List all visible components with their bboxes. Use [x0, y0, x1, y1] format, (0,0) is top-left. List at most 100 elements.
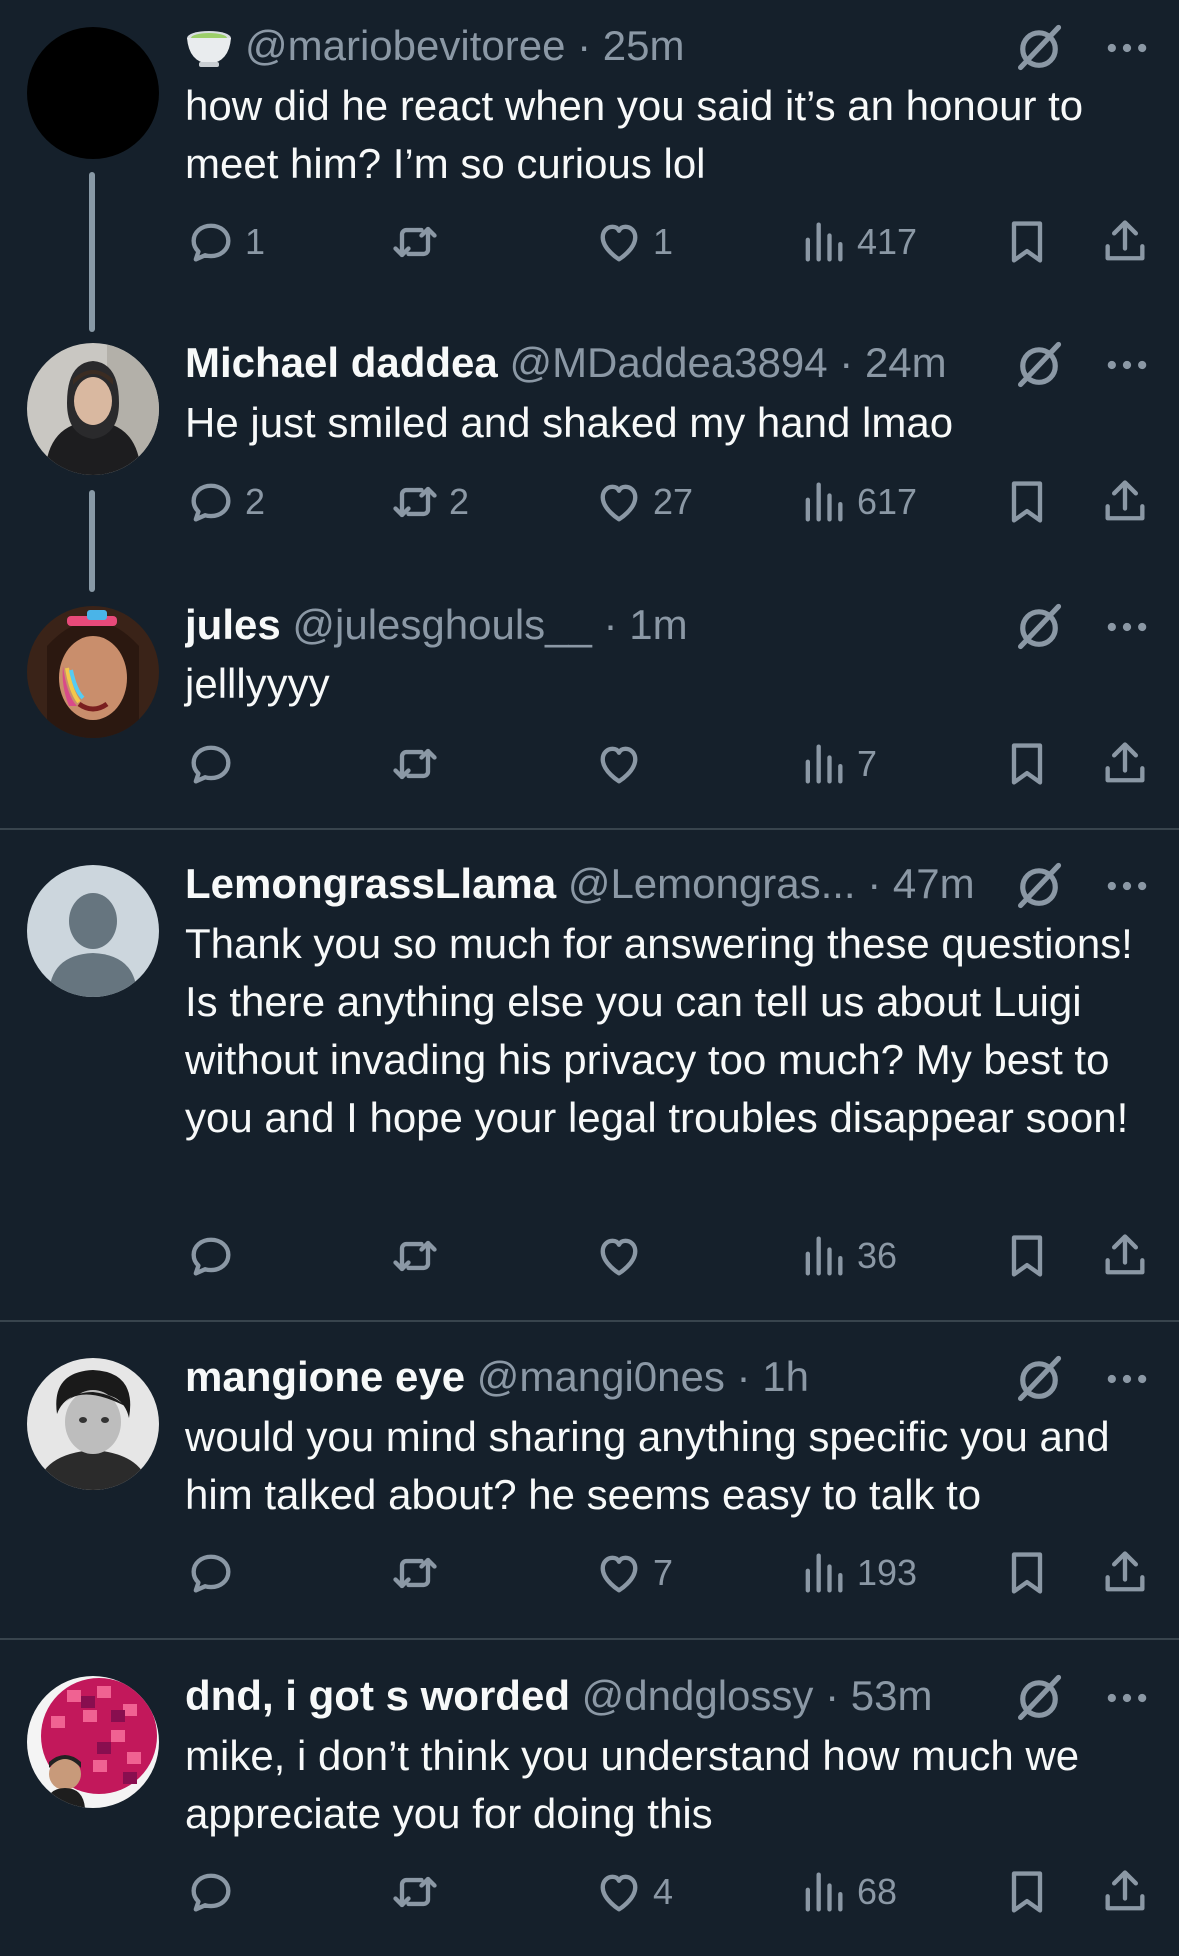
- repost-button[interactable]: [389, 1543, 449, 1603]
- share-icon: [1099, 216, 1151, 268]
- bookmark-button[interactable]: [1001, 734, 1053, 794]
- avatar[interactable]: [27, 1358, 159, 1490]
- display-name[interactable]: LemongrassLlama: [185, 860, 556, 907]
- reply-button[interactable]: [185, 1862, 245, 1922]
- bookmark-button[interactable]: [1001, 1862, 1053, 1922]
- reply-button[interactable]: [185, 1543, 245, 1603]
- avatar[interactable]: [27, 865, 159, 997]
- share-button[interactable]: [1099, 472, 1151, 532]
- replies-count: 2: [245, 481, 266, 522]
- bookmark-icon: [1001, 738, 1053, 790]
- share-button[interactable]: [1099, 1862, 1151, 1922]
- grok-icon[interactable]: [1013, 1672, 1065, 1724]
- like-button[interactable]: 7: [593, 1543, 673, 1603]
- views-button[interactable]: 68: [797, 1862, 897, 1922]
- separator-dot: ·: [724, 1353, 763, 1400]
- like-icon: [593, 476, 645, 528]
- post-header: @mariobevitoree · 25m: [185, 20, 994, 72]
- grok-icon[interactable]: [1013, 339, 1065, 391]
- user-handle[interactable]: @mangi0nes: [477, 1353, 725, 1400]
- more-icon[interactable]: [1101, 337, 1153, 393]
- post-menu-icons: [1013, 20, 1153, 76]
- divider: [0, 1638, 1179, 1640]
- display-name[interactable]: dnd, i got s worded: [185, 1672, 570, 1719]
- display-name[interactable]: mangione eye: [185, 1353, 465, 1400]
- timestamp[interactable]: 25m: [603, 22, 685, 69]
- user-handle[interactable]: @julesghouls__: [292, 601, 592, 648]
- timestamp[interactable]: 53m: [851, 1672, 933, 1719]
- post-text: mike, i don’t think you understand how m…: [185, 1732, 1080, 1837]
- user-handle[interactable]: @Lemongras...: [568, 860, 856, 907]
- more-icon[interactable]: [1101, 858, 1153, 914]
- bookmark-button[interactable]: [1001, 1226, 1053, 1286]
- repost-button[interactable]: [389, 212, 449, 272]
- like-button[interactable]: [593, 734, 653, 794]
- repost-button[interactable]: [389, 1862, 449, 1922]
- like-button[interactable]: 4: [593, 1862, 673, 1922]
- like-button[interactable]: 27: [593, 472, 693, 532]
- views-icon: [797, 1230, 849, 1282]
- more-icon[interactable]: [1101, 1351, 1153, 1407]
- post-header: jules @julesghouls__ · 1m: [185, 599, 994, 651]
- views-button[interactable]: 617: [797, 472, 917, 532]
- thread-line: [89, 490, 95, 592]
- reply-icon: [185, 1547, 237, 1599]
- timestamp[interactable]: 1m: [629, 601, 687, 648]
- like-button[interactable]: 1: [593, 212, 673, 272]
- views-icon: [797, 476, 849, 528]
- share-button[interactable]: [1099, 1226, 1151, 1286]
- views-button[interactable]: 7: [797, 734, 877, 794]
- reply-button[interactable]: 2: [185, 472, 265, 532]
- action-bar: 1 1 417: [185, 212, 1165, 272]
- user-handle[interactable]: @MDaddea3894: [509, 339, 827, 386]
- avatar[interactable]: [27, 343, 159, 475]
- bookmark-button[interactable]: [1001, 472, 1053, 532]
- repost-button[interactable]: 2: [389, 472, 469, 532]
- grok-icon[interactable]: [1013, 601, 1065, 653]
- views-button[interactable]: 193: [797, 1543, 917, 1603]
- views-count: 68: [857, 1871, 898, 1912]
- display-name[interactable]: Michael daddea: [185, 339, 498, 386]
- bookmark-button[interactable]: [1001, 1543, 1053, 1603]
- timestamp[interactable]: 47m: [893, 860, 975, 907]
- reply-icon: [185, 216, 237, 268]
- reply-button[interactable]: [185, 1226, 245, 1286]
- post-header: Michael daddea @MDaddea3894 · 24m: [185, 337, 994, 389]
- more-icon[interactable]: [1101, 20, 1153, 76]
- share-icon: [1099, 1230, 1151, 1282]
- views-button[interactable]: 417: [797, 212, 917, 272]
- timestamp[interactable]: 1h: [762, 1353, 809, 1400]
- timestamp[interactable]: 24m: [865, 339, 947, 386]
- likes-count: 4: [653, 1871, 674, 1912]
- repost-icon: [389, 1230, 441, 1282]
- share-button[interactable]: [1099, 734, 1151, 794]
- user-handle[interactable]: @dndglossy: [582, 1672, 814, 1719]
- more-icon[interactable]: [1101, 1670, 1153, 1726]
- grok-icon[interactable]: [1013, 860, 1065, 912]
- share-button[interactable]: [1099, 212, 1151, 272]
- display-name[interactable]: jules: [185, 601, 281, 648]
- avatar[interactable]: [27, 27, 159, 159]
- post-menu-icons: [1013, 1351, 1153, 1407]
- like-icon: [593, 1866, 645, 1918]
- like-icon: [593, 738, 645, 790]
- reply-button[interactable]: 1: [185, 212, 265, 272]
- share-button[interactable]: [1099, 1543, 1151, 1603]
- grok-icon[interactable]: [1013, 22, 1065, 74]
- bookmark-icon: [1001, 476, 1053, 528]
- likes-count: 7: [653, 1552, 674, 1593]
- views-button[interactable]: 36: [797, 1226, 897, 1286]
- reply-button[interactable]: [185, 734, 245, 794]
- bookmark-icon: [1001, 1230, 1053, 1282]
- repost-button[interactable]: [389, 1226, 449, 1286]
- separator-dot: ·: [565, 22, 603, 69]
- bookmark-button[interactable]: [1001, 212, 1053, 272]
- post-menu-icons: [1013, 858, 1153, 914]
- grok-icon[interactable]: [1013, 1353, 1065, 1405]
- user-handle[interactable]: @mariobevitoree: [245, 22, 565, 69]
- avatar[interactable]: [27, 606, 159, 738]
- repost-button[interactable]: [389, 734, 449, 794]
- like-button[interactable]: [593, 1226, 653, 1286]
- avatar[interactable]: [27, 1676, 159, 1808]
- more-icon[interactable]: [1101, 599, 1153, 655]
